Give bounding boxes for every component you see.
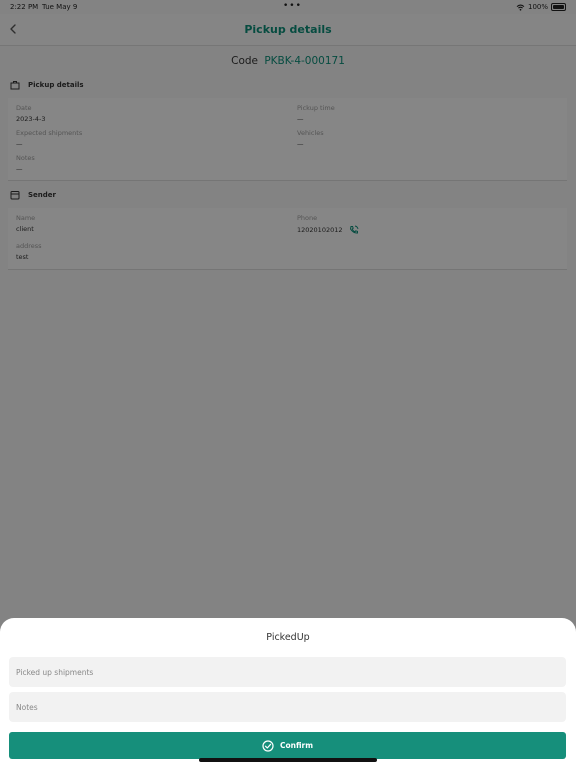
pickedup-bottom-sheet: PickedUp Confirm <box>0 618 576 768</box>
confirm-label: Confirm <box>279 741 314 750</box>
check-circle-icon <box>262 739 274 752</box>
confirm-button[interactable]: Confirm <box>9 732 566 759</box>
notes-input[interactable] <box>9 692 566 722</box>
picked-up-shipments-input[interactable] <box>9 657 566 687</box>
home-indicator <box>199 758 377 762</box>
sheet-title: PickedUp <box>266 632 310 643</box>
